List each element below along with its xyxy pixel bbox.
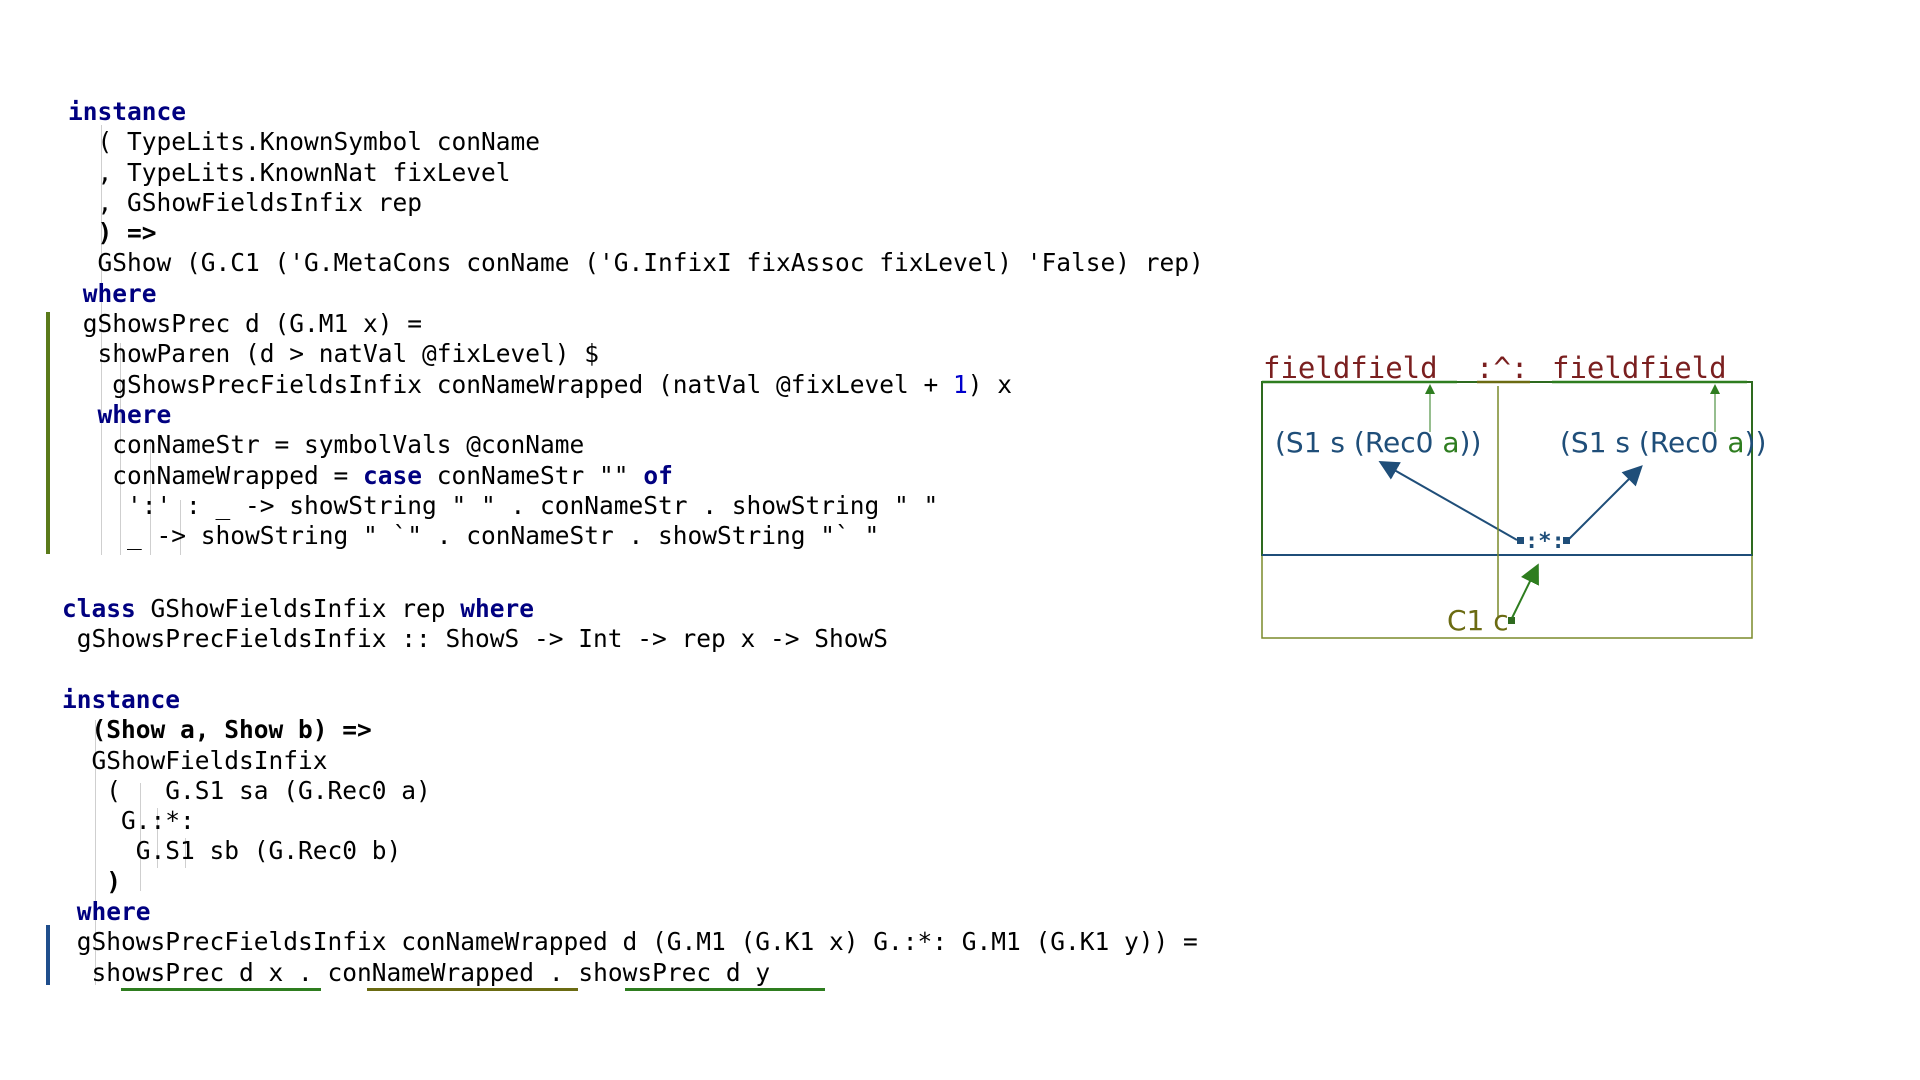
arrow-to-s1-left (1378, 461, 1518, 541)
s1-right-label: (S1 s (Rec0 a)) (1560, 426, 1766, 459)
c1-node (1508, 617, 1515, 624)
op-label: :^: (1476, 351, 1528, 385)
product-node-left (1517, 537, 1524, 544)
arrow-to-s1-right (1567, 465, 1643, 541)
field-left-label: fieldfield (1263, 351, 1438, 385)
arrow-c1-to-product (1511, 563, 1539, 619)
field-right-label: fieldfield (1552, 351, 1727, 385)
product-box (1261, 381, 1753, 556)
product-label: :*: (1525, 529, 1565, 554)
c1-label: C1 c (1447, 604, 1509, 637)
generic-rep-diagram: fieldfield :^: fieldfield (S1 s (Rec0 a)… (1261, 351, 1766, 639)
s1-left-label: (S1 s (Rec0 a)) (1275, 426, 1481, 459)
